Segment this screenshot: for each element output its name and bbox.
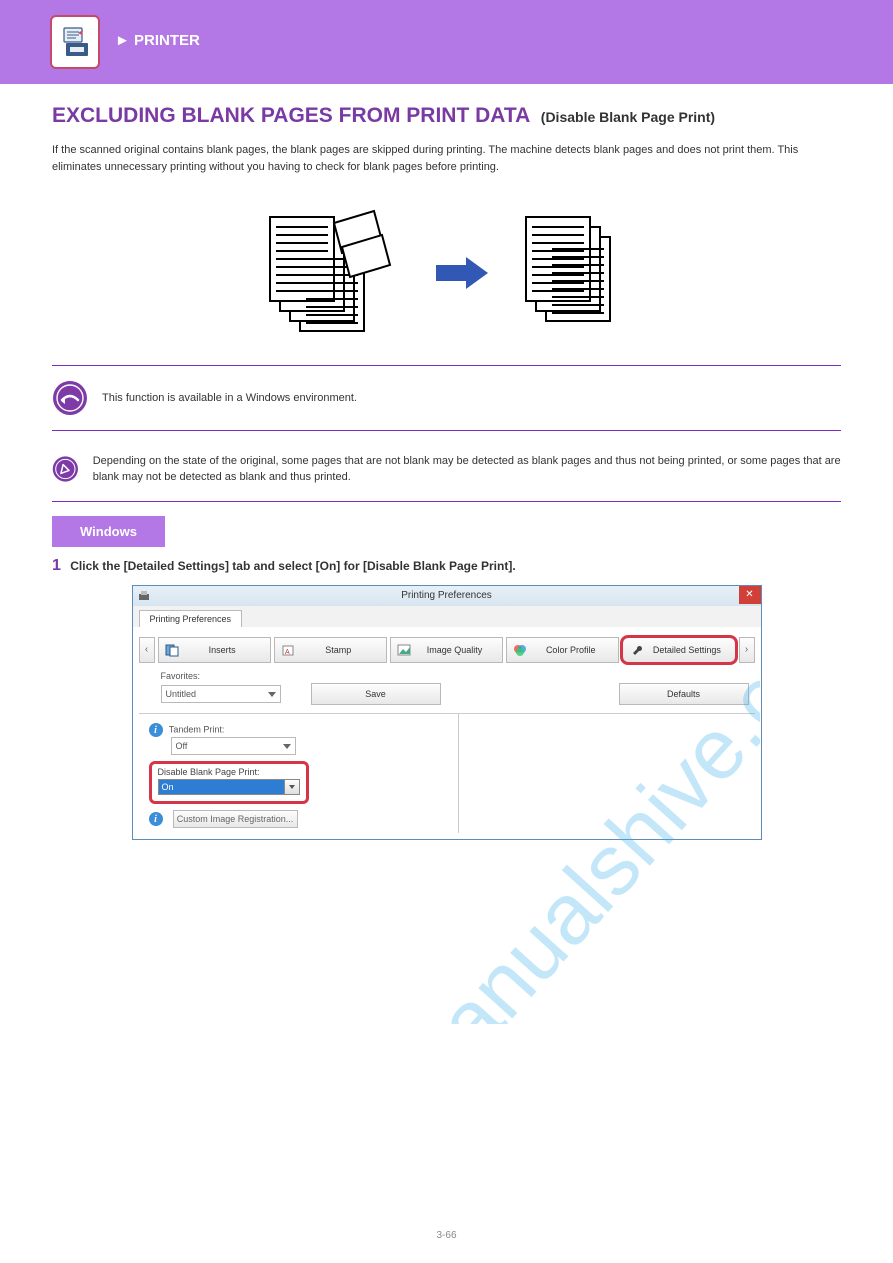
svg-text:A: A	[285, 649, 290, 656]
save-button[interactable]: Save	[311, 683, 441, 705]
wrench-icon	[629, 643, 643, 657]
tab-stamp[interactable]: A Stamp	[274, 637, 387, 663]
disable-blank-dropdown[interactable]: On	[158, 779, 300, 795]
step-number: 1	[52, 557, 61, 574]
pages-no-blanks-icon	[520, 213, 630, 333]
favorites-label: Favorites:	[139, 667, 755, 681]
disable-blank-highlight: Disable Blank Page Print: On	[149, 761, 309, 804]
step-text: Click the [Detailed Settings] tab and se…	[70, 559, 515, 573]
close-button[interactable]: ✕	[739, 586, 761, 604]
environment-badge: Windows	[52, 516, 165, 547]
stamp-icon: A	[281, 643, 295, 657]
tabs-prev-button[interactable]: ‹	[139, 637, 155, 663]
tab-detailed-settings[interactable]: Detailed Settings	[622, 637, 735, 663]
printer-icon	[137, 589, 151, 603]
tandem-print-row: i Tandem Print:	[149, 723, 448, 737]
step-instruction: 1 Click the [Detailed Settings] tab and …	[52, 557, 841, 575]
section-title: EXCLUDING BLANK PAGES FROM PRINT DATA (D…	[52, 104, 841, 128]
printing-preferences-dialog: Printing Preferences ✕ Printing Preferen…	[132, 585, 762, 840]
favorites-dropdown[interactable]: Untitled	[161, 685, 281, 703]
info-icon: i	[149, 723, 163, 737]
arrow-right-icon	[432, 253, 492, 293]
inserts-icon	[165, 643, 179, 657]
color-profile-icon	[513, 643, 527, 657]
intro-text: If the scanned original contains blank p…	[52, 142, 841, 175]
info-icon: i	[149, 812, 163, 826]
printer-section-icon	[50, 15, 100, 69]
restriction-icon	[52, 380, 88, 416]
page-number: 3-66	[0, 1230, 893, 1241]
pages-with-blanks-icon	[264, 203, 404, 343]
dialog-titlebar: Printing Preferences ✕	[133, 586, 761, 606]
note-icon	[52, 451, 79, 487]
concept-diagram	[52, 203, 841, 343]
image-quality-icon	[397, 643, 411, 657]
preferences-tab[interactable]: Printing Preferences	[139, 610, 243, 627]
tab-color-profile[interactable]: Color Profile	[506, 637, 619, 663]
section-label: ► PRINTER	[115, 32, 200, 49]
tandem-print-dropdown[interactable]: Off	[171, 737, 296, 755]
note-windows-only: This function is available in a Windows …	[52, 365, 841, 431]
disable-blank-label: Disable Blank Page Print:	[158, 767, 300, 777]
note-detection-caveat: Depending on the state of the original, …	[52, 437, 841, 502]
header-banner: ► PRINTER	[0, 0, 893, 84]
tabs-next-button[interactable]: ›	[739, 637, 755, 663]
tab-inserts[interactable]: Inserts	[158, 637, 271, 663]
custom-image-reg-button[interactable]: Custom Image Registration...	[173, 810, 298, 828]
defaults-button[interactable]: Defaults	[619, 683, 749, 705]
tab-image-quality[interactable]: Image Quality	[390, 637, 503, 663]
